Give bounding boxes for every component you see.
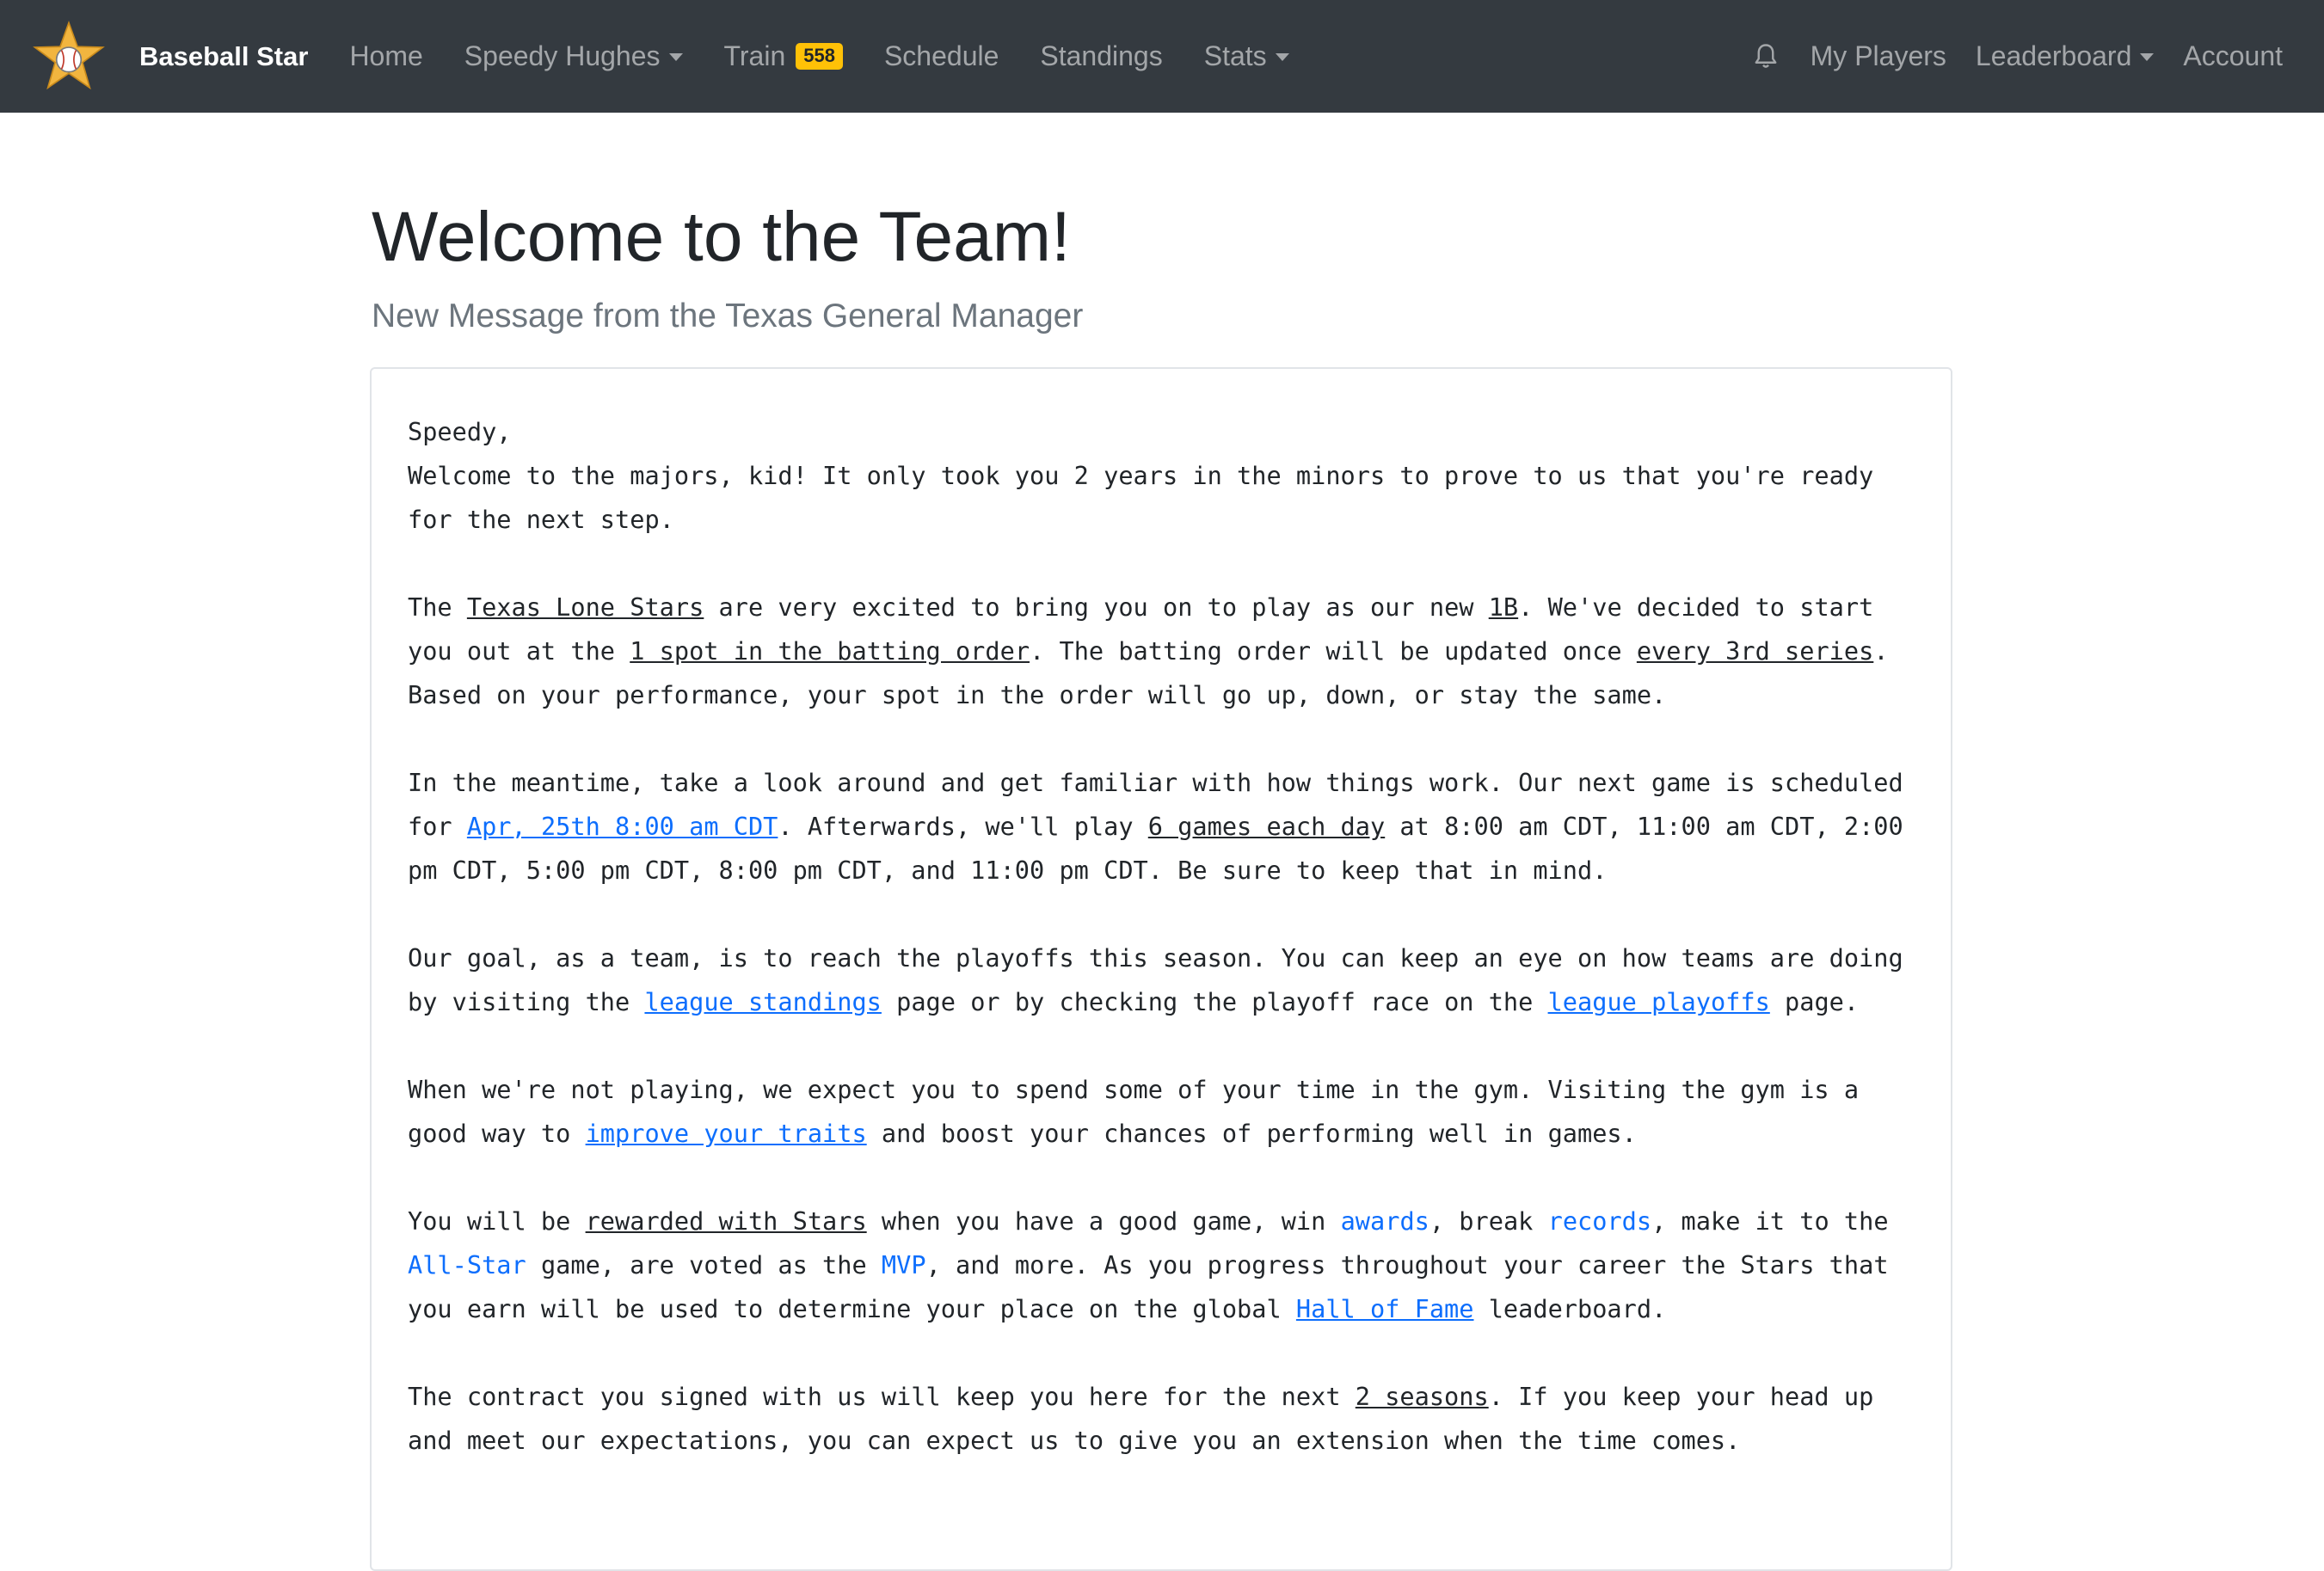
top-navbar: Baseball Star Home Speedy Hughes Train 5… bbox=[0, 0, 2324, 113]
next-game-link[interactable]: Apr, 25th 8:00 am CDT bbox=[467, 812, 778, 841]
nav-my-players[interactable]: My Players bbox=[1811, 40, 1946, 72]
message-paragraph-intro: Welcome to the majors, kid! It only took… bbox=[408, 461, 1874, 534]
league-playoffs-link[interactable]: league playoffs bbox=[1548, 987, 1770, 1016]
nav-schedule[interactable]: Schedule bbox=[884, 40, 999, 72]
text-run: are very excited to bring you on to play… bbox=[704, 592, 1489, 622]
text-run: , make it to the bbox=[1651, 1206, 1889, 1236]
message-paragraph-contract: The contract you signed with us will kee… bbox=[408, 1375, 1916, 1463]
text-run: . Afterwards, we'll play bbox=[778, 812, 1148, 841]
brand-link[interactable]: Baseball Star bbox=[33, 20, 309, 93]
text-run: The contract you signed with us will kee… bbox=[408, 1382, 1356, 1411]
page-subtitle: New Message from the Texas General Manag… bbox=[372, 298, 1084, 334]
nav-leaderboard-dropdown[interactable]: Leaderboard bbox=[1975, 40, 2155, 72]
nav-right: My Players Leaderboard Account bbox=[1750, 0, 2324, 113]
chevron-down-icon bbox=[2140, 53, 2155, 61]
nav-train-label: Train bbox=[723, 40, 786, 71]
message-paragraph-schedule: In the meantime, take a look around and … bbox=[408, 761, 1916, 893]
text-run: page. bbox=[1769, 987, 1860, 1016]
chevron-down-icon bbox=[668, 53, 683, 61]
message-paragraph-stars: You will be rewarded with Stars when you… bbox=[408, 1200, 1916, 1331]
text-run: page or by checking the playoff race on … bbox=[881, 987, 1548, 1016]
message-paragraph-team: The Texas Lone Stars are very excited to… bbox=[408, 586, 1916, 717]
nav-stats-dropdown[interactable]: Stats bbox=[1204, 40, 1289, 72]
text-run: . The batting order will be updated once bbox=[1030, 636, 1637, 666]
brand-name: Baseball Star bbox=[139, 40, 309, 71]
games-per-day: 6 games each day bbox=[1147, 812, 1386, 841]
team-name: Texas Lone Stars bbox=[466, 592, 704, 622]
player-position: 1B bbox=[1488, 592, 1519, 622]
nav-player-label: Speedy Hughes bbox=[464, 40, 661, 71]
train-count-badge: 558 bbox=[796, 43, 843, 70]
nav-home[interactable]: Home bbox=[349, 40, 422, 72]
league-standings-link[interactable]: league standings bbox=[644, 987, 881, 1016]
records-link[interactable]: records bbox=[1548, 1206, 1652, 1236]
nav-train[interactable]: Train 558 bbox=[724, 40, 843, 72]
batting-order-update-frequency: every 3rd series bbox=[1636, 636, 1874, 666]
message-greeting: Speedy, bbox=[408, 417, 512, 446]
nav-standings[interactable]: Standings bbox=[1040, 40, 1162, 72]
text-run: and boost your chances of performing wel… bbox=[866, 1119, 1637, 1148]
chevron-down-icon bbox=[1275, 53, 1289, 61]
notification-bell-icon[interactable] bbox=[1750, 40, 1781, 73]
contract-length: 2 seasons bbox=[1355, 1382, 1489, 1411]
nav-leaderboard-label: Leaderboard bbox=[1975, 40, 2132, 71]
mvp-link[interactable]: MVP bbox=[882, 1250, 926, 1280]
text-run: The bbox=[408, 592, 467, 622]
all-star-link[interactable]: All-Star bbox=[408, 1250, 526, 1280]
awards-link[interactable]: awards bbox=[1341, 1206, 1429, 1236]
text-run: leaderboard. bbox=[1473, 1294, 1667, 1323]
nav-player-dropdown[interactable]: Speedy Hughes bbox=[464, 40, 683, 72]
page-title: Welcome to the Team! bbox=[372, 198, 1071, 276]
text-run: , break bbox=[1429, 1206, 1548, 1236]
text-run: game, are voted as the bbox=[526, 1250, 882, 1280]
nav-stats-label: Stats bbox=[1203, 40, 1267, 71]
baseball-star-logo-icon bbox=[33, 20, 105, 89]
nav-left: Home Speedy Hughes Train 558 Schedule St… bbox=[349, 40, 1330, 72]
batting-order-spot: 1 spot in the batting order bbox=[630, 636, 1030, 666]
rewarded-with-stars: rewarded with Stars bbox=[585, 1206, 867, 1236]
text-run: when you have a good game, win bbox=[866, 1206, 1341, 1236]
message-paragraph-gym: When we're not playing, we expect you to… bbox=[408, 1068, 1916, 1156]
nav-account[interactable]: Account bbox=[2183, 40, 2283, 72]
improve-traits-link[interactable]: improve your traits bbox=[586, 1119, 867, 1148]
text-run: You will be bbox=[408, 1206, 586, 1236]
message-body: Speedy, Welcome to the majors, kid! It o… bbox=[408, 410, 1916, 1463]
message-card: Speedy, Welcome to the majors, kid! It o… bbox=[370, 367, 1952, 1571]
hall-of-fame-link[interactable]: Hall of Fame bbox=[1296, 1294, 1474, 1323]
message-paragraph-goal: Our goal, as a team, is to reach the pla… bbox=[408, 936, 1916, 1024]
